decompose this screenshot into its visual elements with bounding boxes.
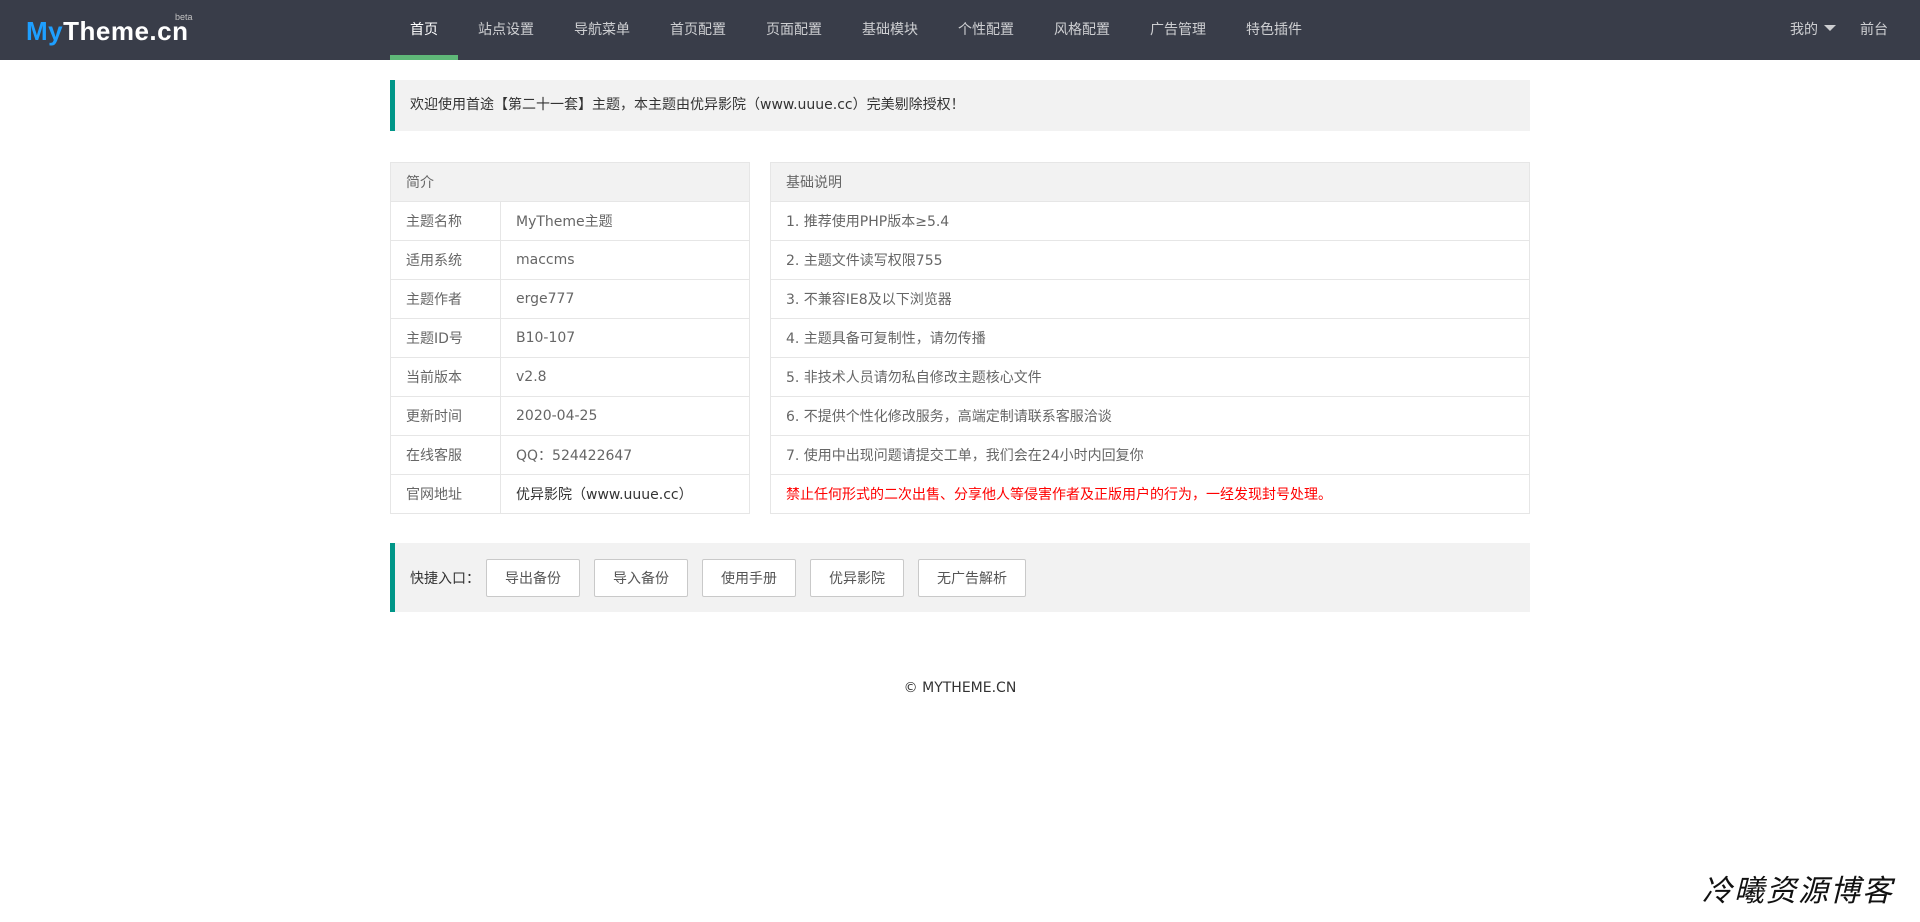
- row-value: MyTheme主题: [500, 201, 750, 241]
- basics-item: 5. 非技术人员请勿私自修改主题核心文件: [770, 357, 1530, 397]
- table-row: 主题作者 erge777: [390, 279, 750, 319]
- row-value: QQ：524422647: [500, 435, 750, 475]
- warning-text: 禁止任何形式的二次出售、分享他人等侵害作者及正版用户的行为，一经发现封号处理。: [770, 474, 1530, 514]
- nav-custom-config[interactable]: 个性配置: [938, 0, 1034, 60]
- nav-page-config[interactable]: 页面配置: [746, 0, 842, 60]
- table-row: 5. 非技术人员请勿私自修改主题核心文件: [770, 357, 1530, 397]
- intro-table: 简介 主题名称 MyTheme主题 适用系统 maccms 主题作者 erge777 …: [390, 162, 750, 514]
- table-row: 3. 不兼容IE8及以下浏览器: [770, 279, 1530, 319]
- basics-item: 2. 主题文件读写权限755: [770, 240, 1530, 280]
- nav-home[interactable]: 首页: [390, 0, 458, 60]
- intro-header: 简介: [390, 162, 750, 202]
- row-key: 当前版本: [390, 357, 501, 397]
- row-key: 适用系统: [390, 240, 501, 280]
- row-value: B10-107: [500, 318, 750, 358]
- table-row: 1. 推荐使用PHP版本≥5.4: [770, 201, 1530, 241]
- basics-header: 基础说明: [770, 162, 1530, 202]
- nav-menu[interactable]: 导航菜单: [554, 0, 650, 60]
- user-menu-label: 我的: [1790, 22, 1818, 38]
- uuue-site-button[interactable]: 优异影院: [810, 558, 904, 597]
- table-row: 主题ID号 B10-107: [390, 318, 750, 358]
- row-key: 官网地址: [390, 474, 501, 514]
- nav-base-modules[interactable]: 基础模块: [842, 0, 938, 60]
- watermark: 冷曦资源博客: [1702, 874, 1894, 909]
- basics-item: 1. 推荐使用PHP版本≥5.4: [770, 201, 1530, 241]
- basics-table: 基础说明 1. 推荐使用PHP版本≥5.4 2. 主题文件读写权限755 3. …: [770, 162, 1530, 514]
- main-content: 欢迎使用首途【第二十一套】主题，本主题由优异影院（www.uuue.cc）完美剔…: [390, 80, 1530, 612]
- row-key: 主题作者: [390, 279, 501, 319]
- table-row: 适用系统 maccms: [390, 240, 750, 280]
- site-logo[interactable]: MyTheme.cn beta: [26, 12, 193, 48]
- row-key: 更新时间: [390, 396, 501, 436]
- row-key: 在线客服: [390, 435, 501, 475]
- table-row: 官网地址 优异影院（www.uuue.cc）: [390, 474, 750, 514]
- frontend-link[interactable]: 前台: [1848, 0, 1900, 60]
- table-row: 2. 主题文件读写权限755: [770, 240, 1530, 280]
- basics-item: 3. 不兼容IE8及以下浏览器: [770, 279, 1530, 319]
- row-value: erge777: [500, 279, 750, 319]
- nav-style-config[interactable]: 风格配置: [1034, 0, 1130, 60]
- table-row: 6. 不提供个性化修改服务，高端定制请联系客服洽谈: [770, 396, 1530, 436]
- basics-item: 7. 使用中出现问题请提交工单，我们会在24小时内回复你: [770, 435, 1530, 475]
- row-value: 2020-04-25: [500, 396, 750, 436]
- official-site-link[interactable]: 优异影院（www.uuue.cc）: [500, 474, 750, 514]
- nav-ad-manage[interactable]: 广告管理: [1130, 0, 1226, 60]
- welcome-notice: 欢迎使用首途【第二十一套】主题，本主题由优异影院（www.uuue.cc）完美剔…: [390, 80, 1530, 131]
- export-backup-button[interactable]: 导出备份: [486, 558, 580, 597]
- row-value: maccms: [500, 240, 750, 280]
- table-row: 4. 主题具备可复制性，请勿传播: [770, 318, 1530, 358]
- table-row: 更新时间 2020-04-25: [390, 396, 750, 436]
- manual-button[interactable]: 使用手册: [702, 558, 796, 597]
- main-nav: 首页 站点设置 导航菜单 首页配置 页面配置 基础模块 个性配置 风格配置 广告…: [390, 0, 1322, 60]
- nav-plugins[interactable]: 特色插件: [1226, 0, 1322, 60]
- table-row: 禁止任何形式的二次出售、分享他人等侵害作者及正版用户的行为，一经发现封号处理。: [770, 474, 1530, 514]
- logo-my: My: [26, 16, 64, 46]
- nav-site-settings[interactable]: 站点设置: [458, 0, 554, 60]
- import-backup-button[interactable]: 导入备份: [594, 558, 688, 597]
- beta-badge: beta: [174, 12, 193, 22]
- ad-free-parse-button[interactable]: 无广告解析: [918, 558, 1026, 597]
- header-right: 我的 前台: [1778, 0, 1900, 60]
- row-key: 主题ID号: [390, 318, 501, 358]
- logo-theme: Theme.: [63, 16, 158, 46]
- nav-home-config[interactable]: 首页配置: [650, 0, 746, 60]
- quick-entry-label: 快捷入口：: [410, 570, 480, 587]
- quick-entry-bar: 快捷入口： 导出备份 导入备份 使用手册 优异影院 无广告解析: [390, 543, 1530, 612]
- user-menu[interactable]: 我的: [1778, 0, 1848, 60]
- table-row: 当前版本 v2.8: [390, 357, 750, 397]
- basics-item: 4. 主题具备可复制性，请勿传播: [770, 318, 1530, 358]
- footer-copyright: © MYTHEME.CN: [903, 680, 1017, 696]
- top-header: MyTheme.cn beta 首页 站点设置 导航菜单 首页配置 页面配置 基…: [0, 0, 1920, 60]
- row-key: 主题名称: [390, 201, 501, 241]
- row-value: v2.8: [500, 357, 750, 397]
- basics-item: 6. 不提供个性化修改服务，高端定制请联系客服洽谈: [770, 396, 1530, 436]
- table-row: 7. 使用中出现问题请提交工单，我们会在24小时内回复你: [770, 435, 1530, 475]
- caret-down-icon: [1824, 25, 1836, 31]
- table-row: 在线客服 QQ：524422647: [390, 435, 750, 475]
- table-row: 主题名称 MyTheme主题: [390, 201, 750, 241]
